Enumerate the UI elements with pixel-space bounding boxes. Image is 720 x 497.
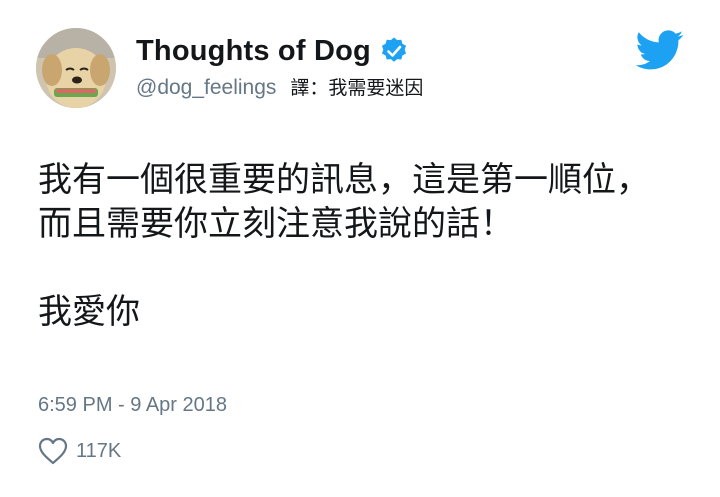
translator-note: 譯：我需要迷因 <box>290 77 424 99</box>
tweet-text-line: 而且需要你立刻注意我說的話！ <box>38 204 514 244</box>
tweet-text-line: 我有一個很重要的訊息，這是第一順位， <box>38 160 650 200</box>
tweet-text: 我有一個很重要的訊息，這是第一順位， 而且需要你立刻注意我說的話！ 我愛你 <box>38 158 708 334</box>
display-name-row: Thoughts of Dog <box>136 34 409 68</box>
tweet-text-line: 我愛你 <box>38 292 140 332</box>
timestamp[interactable]: 6:59 PM - 9 Apr 2018 <box>38 392 227 418</box>
display-name[interactable]: Thoughts of Dog <box>136 34 371 68</box>
like-count: 117K <box>76 439 122 462</box>
avatar[interactable] <box>36 28 116 108</box>
like-button[interactable]: 117K <box>38 437 121 465</box>
tweet-card: Thoughts of Dog @dog_feelings 譯：我需要迷因 我有… <box>0 0 720 497</box>
verified-badge-icon <box>379 36 409 66</box>
heart-outline-icon <box>38 437 68 465</box>
handle-row: @dog_feelings 譯：我需要迷因 <box>136 74 423 102</box>
dog-avatar-image <box>36 28 116 108</box>
handle[interactable]: @dog_feelings <box>136 74 276 102</box>
twitter-bird-icon[interactable] <box>636 30 684 72</box>
